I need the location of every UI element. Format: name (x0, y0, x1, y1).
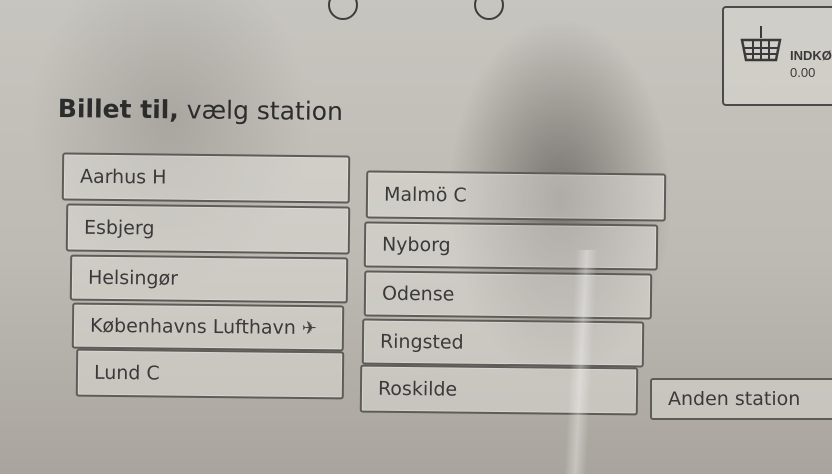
station-button-helsingor[interactable]: Helsingør (69, 254, 349, 304)
station-label: Esbjerg (83, 216, 155, 240)
station-button-nyborg[interactable]: Nyborg (363, 221, 659, 271)
basket-icon (740, 26, 782, 62)
station-button-esbjerg[interactable]: Esbjerg (65, 203, 351, 255)
station-button-kobenhavns-lufthavn[interactable]: Københavns Lufthavn ✈ (71, 302, 345, 352)
station-label: Lund C (93, 361, 160, 385)
station-label: Roskilde (377, 377, 458, 401)
other-station-label: Anden station (668, 388, 801, 410)
basket-button[interactable]: INDKØ 0.00 (722, 6, 832, 106)
station-button-lund-c[interactable]: Lund C (75, 348, 345, 400)
basket-label: INDKØ (790, 48, 832, 63)
station-button-roskilde[interactable]: Roskilde (359, 364, 639, 416)
station-button-ringsted[interactable]: Ringsted (361, 318, 645, 368)
other-station-button[interactable]: Anden station (650, 378, 832, 420)
page-title: Billet til, vælg station (58, 94, 343, 126)
station-label: Aarhus H (79, 165, 167, 189)
station-label: Nyborg (381, 233, 451, 257)
ticket-machine-screen: INDKØ 0.00 Billet til, vælg station Aarh… (0, 0, 832, 474)
station-label: Malmö C (383, 183, 467, 207)
station-label: Odense (381, 282, 455, 306)
station-label: Københavns Lufthavn (89, 314, 296, 339)
station-button-aarhus-h[interactable]: Aarhus H (61, 152, 351, 204)
station-button-odense[interactable]: Odense (363, 270, 653, 320)
station-label: Helsingør (87, 266, 179, 290)
nav-circle-left[interactable] (328, 0, 358, 20)
nav-circle-right[interactable] (474, 0, 504, 20)
station-button-malmo-c[interactable]: Malmö C (365, 170, 667, 222)
station-label: Ringsted (379, 330, 464, 354)
page-title-rest: vælg station (186, 95, 344, 126)
airplane-icon: ✈ (301, 317, 318, 339)
basket-amount: 0.00 (790, 65, 816, 80)
page-title-bold: Billet til, (57, 94, 179, 125)
